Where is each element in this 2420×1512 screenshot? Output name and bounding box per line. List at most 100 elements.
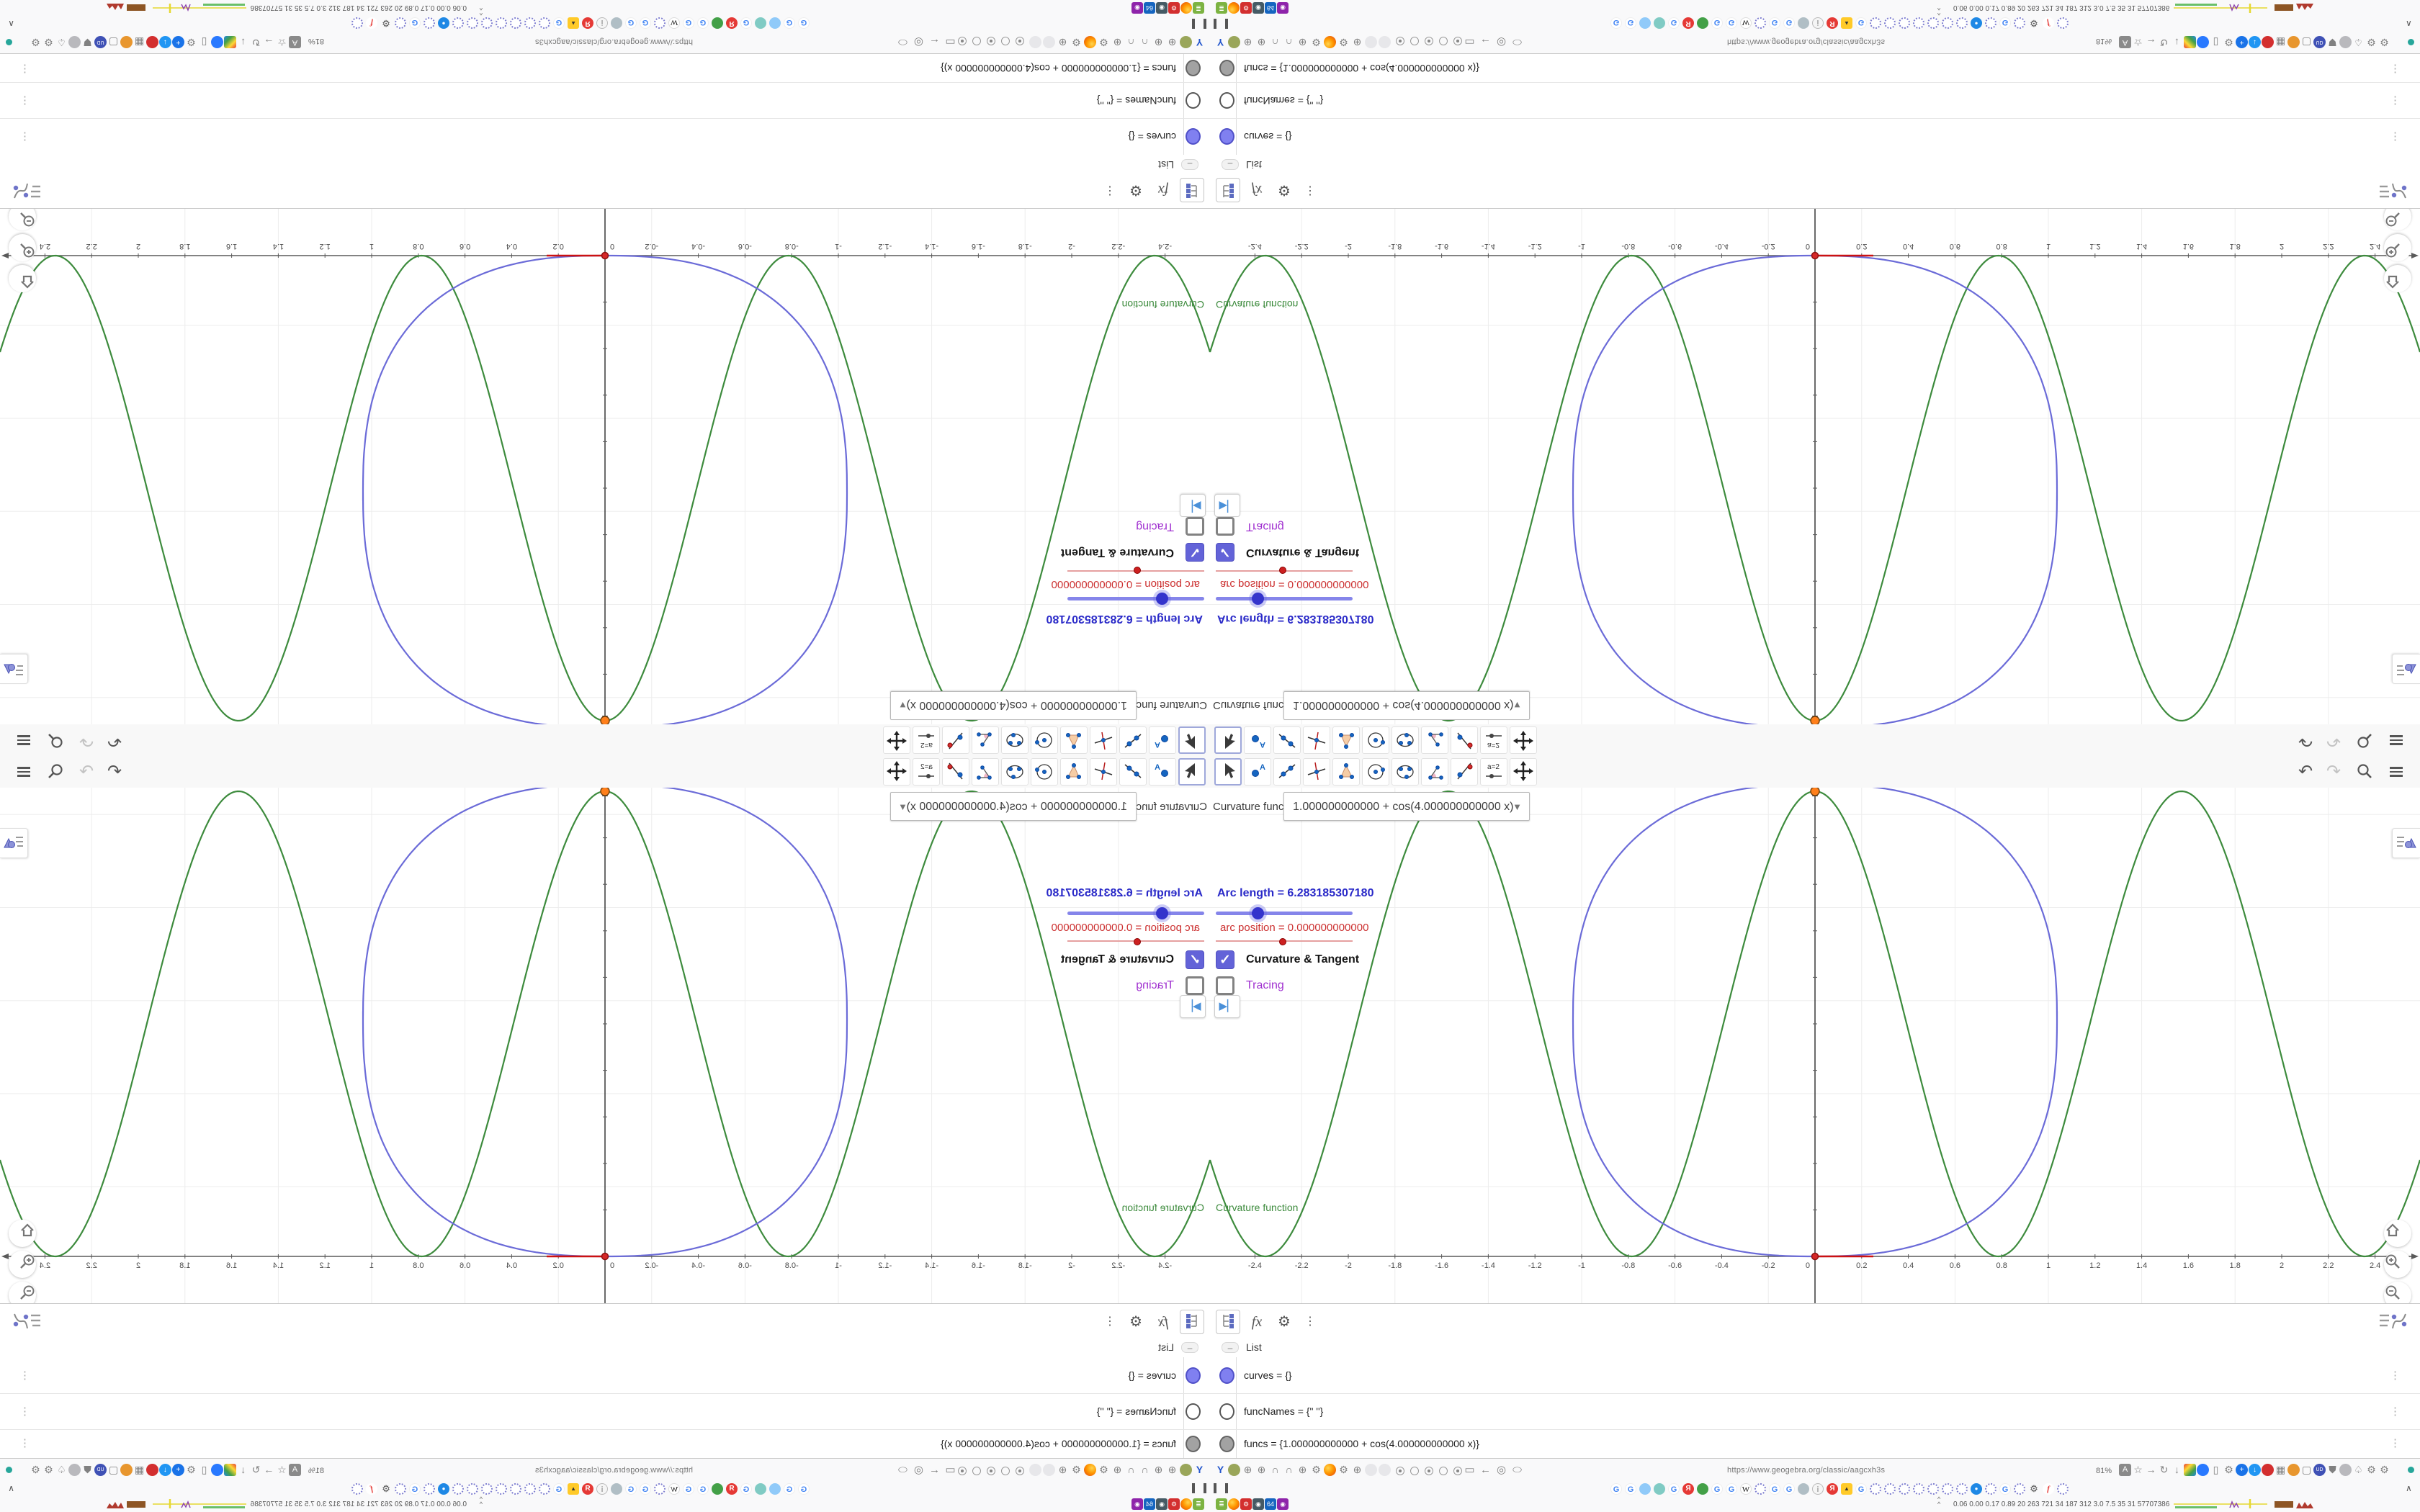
trash-extension-icon[interactable]: ▦ [133, 36, 145, 48]
tab-favicon-wreath[interactable] [467, 1483, 478, 1495]
collapse-carets-icon[interactable]: ^ ^ [1937, 1496, 1940, 1508]
curve-maximum-point[interactable] [1810, 788, 1820, 796]
main-menu-button[interactable] [2385, 730, 2407, 750]
gear-extension-icon[interactable]: ⚙ [2378, 36, 2390, 48]
tool-line-button[interactable] [1119, 726, 1147, 754]
tool-point-button[interactable]: A [1149, 726, 1176, 754]
radio-icon[interactable] [1439, 37, 1448, 45]
tab-favicon-G[interactable]: G [784, 17, 795, 29]
algebra-row-funcs[interactable]: funcs = {1.000000000000 + cos(4.00000000… [1210, 54, 2420, 83]
thumb-extension-icon[interactable]: ♤ [55, 1464, 68, 1476]
row-menu-icon[interactable]: ⋮ [2390, 1405, 2401, 1418]
row-menu-icon[interactable]: ⋮ [2390, 63, 2401, 76]
tab-favicon-dot-teal[interactable] [755, 17, 766, 29]
y-funnel-icon[interactable]: Y [1214, 36, 1227, 48]
radio-icon[interactable] [972, 1467, 981, 1475]
dim-icon[interactable] [1365, 36, 1377, 48]
tab-favicon-wreath[interactable] [1754, 1483, 1766, 1495]
curve-maximum-point[interactable] [600, 716, 610, 724]
visibility-toggle-off[interactable] [1219, 92, 1234, 109]
tab-favicon-wreath[interactable] [1942, 17, 1953, 29]
settings-gear-button[interactable]: ⚙ [1273, 1311, 1295, 1333]
tree-view-button[interactable] [1180, 1310, 1204, 1334]
tool-angle-button[interactable] [1421, 758, 1448, 786]
phone-extension-icon[interactable]: ▯ [198, 36, 210, 48]
arc-length-slider[interactable] [1067, 907, 1204, 919]
tab-favicon-wreath[interactable] [1870, 1483, 1881, 1495]
tab-favicon-G[interactable]: G [1769, 17, 1780, 29]
tab-favicon-globe-fav[interactable] [611, 17, 622, 29]
visibility-toggle-disabled[interactable] [1186, 1436, 1201, 1452]
tool-circle-button[interactable] [1362, 726, 1389, 754]
paint-extension-icon[interactable] [2184, 36, 2196, 48]
algebra-row-funcnames[interactable]: funcNames = {" ''} ⋮ [1210, 1393, 2420, 1430]
tool-point-button[interactable]: A [1244, 758, 1271, 786]
arrow-right-extension-icon[interactable]: → [263, 36, 275, 48]
gear-extension-icon[interactable]: ⚙ [2223, 1464, 2235, 1476]
arrow-right-extension-icon[interactable]: → [2145, 36, 2157, 48]
tab-favicon-wreath[interactable] [1985, 1483, 1996, 1495]
tab-favicon-wreath[interactable] [452, 1483, 464, 1495]
algebra-row-curves[interactable]: curves = {} ⋮ [0, 1357, 1210, 1394]
tool-reflect-button[interactable] [1451, 758, 1478, 786]
tab-favicon-gear-fav[interactable]: ⚙ [380, 1483, 392, 1495]
tab-favicon-f-fav[interactable]: f [366, 17, 377, 29]
tab-favicon-yandex[interactable]: Я [1682, 17, 1694, 29]
tab-favicon-G[interactable]: G [1999, 1483, 2011, 1495]
gauge-icon[interactable]: ∩ [1283, 36, 1295, 48]
tab-favicon-G[interactable]: G [1711, 1483, 1723, 1495]
star-extension-icon[interactable]: ☆ [2132, 36, 2144, 48]
arc-position-slider[interactable] [1067, 938, 1204, 945]
paint-extension-icon[interactable] [224, 36, 236, 48]
tab-favicon-G[interactable]: G [1711, 17, 1723, 29]
tree-view-button[interactable] [1180, 178, 1204, 202]
tab-favicon-G[interactable]: G [697, 17, 709, 29]
arc-position-slider-knob[interactable] [1279, 938, 1286, 945]
arrow-right-extension-icon[interactable]: → [2145, 1464, 2157, 1476]
paint-extension-icon[interactable] [2184, 1464, 2196, 1476]
undo-button[interactable]: ↶ [2295, 762, 2316, 782]
gear-extension-icon[interactable]: ⚙ [185, 36, 197, 48]
home-view-button[interactable] [9, 1220, 36, 1247]
gear-icon[interactable]: ⚙ [1070, 1464, 1083, 1476]
globe-icon[interactable]: ⊕ [1296, 1464, 1309, 1476]
tab-favicon-wreath[interactable] [496, 1483, 507, 1495]
thumb-extension-icon[interactable]: ♤ [55, 36, 68, 48]
olive-app-icon[interactable] [1180, 1464, 1192, 1476]
tracing-checkbox[interactable] [1186, 976, 1204, 995]
phone-extension-icon[interactable]: ▯ [198, 1464, 210, 1476]
radio-dot-icon[interactable] [987, 37, 995, 45]
lock-icon[interactable]: ⬭ [1511, 1464, 1523, 1476]
arc-position-slider[interactable] [1216, 567, 1353, 574]
tab-favicon-wreath[interactable] [481, 1483, 493, 1495]
save-64-icon[interactable]: 64 [1144, 1498, 1155, 1510]
red-gear-icon[interactable]: ⚙ [1240, 1498, 1252, 1510]
tab-favicon-G[interactable]: G [640, 17, 651, 29]
globe-gray-extension-icon[interactable] [2339, 36, 2352, 48]
arrow-left-icon[interactable]: ← [928, 1464, 941, 1476]
tool-point-button[interactable]: A [1149, 758, 1176, 786]
algebra-panel-toggle[interactable] [0, 654, 28, 684]
tool-ellipse-button[interactable] [1001, 758, 1028, 786]
tab-favicon-info[interactable]: i [596, 1483, 608, 1495]
tab-favicon-leaf[interactable] [1697, 1483, 1708, 1495]
folder-icon[interactable]: ▭ [1464, 1464, 1476, 1476]
screenshot-icon[interactable]: ◉ [1252, 1498, 1264, 1510]
star-extension-icon[interactable]: ☆ [2132, 1464, 2144, 1476]
tab-favicon-G[interactable]: G [740, 17, 752, 29]
globe-orange-extension-icon[interactable] [2287, 36, 2300, 48]
translate-blue-extension-icon[interactable] [2197, 36, 2209, 48]
globe-gray-extension-icon[interactable] [2339, 1464, 2352, 1476]
arc-length-slider[interactable] [1067, 593, 1204, 605]
curvature-tangent-checkbox[interactable]: ✓ [1216, 543, 1234, 562]
tab-favicon-G[interactable]: G [683, 17, 694, 29]
tab-favicon-wreath[interactable] [1942, 1483, 1953, 1495]
dim-icon[interactable] [1043, 1464, 1055, 1476]
gear-extension-icon[interactable]: ⚙ [185, 1464, 197, 1476]
tool-perpendicular-line-button[interactable] [1303, 726, 1330, 754]
arc-length-slider-knob[interactable] [1252, 593, 1264, 605]
save-64-icon[interactable]: 64 [1144, 2, 1155, 14]
globe-gray-extension-icon[interactable] [68, 1464, 81, 1476]
translate-extension-icon[interactable]: A [2119, 36, 2131, 48]
curve-maximum-point[interactable] [1810, 716, 1820, 724]
